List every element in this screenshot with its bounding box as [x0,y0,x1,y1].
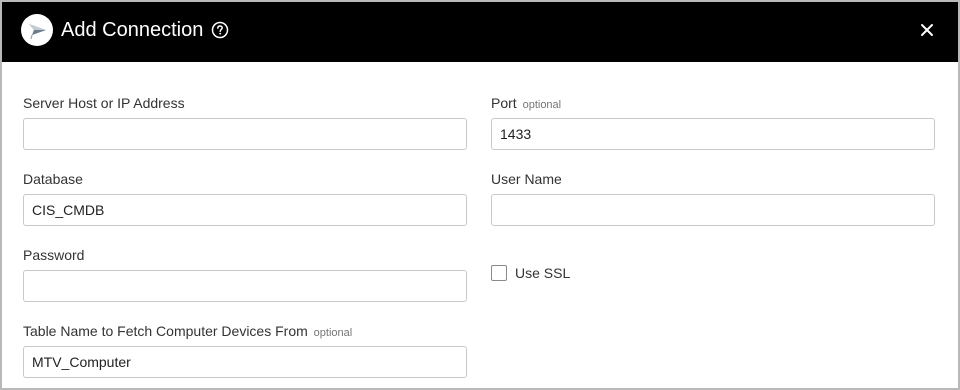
server-host-label-text: Server Host or IP Address [23,95,185,111]
table-name-label: Table Name to Fetch Computer Devices Fro… [23,323,352,341]
database-label: Database [23,171,83,187]
port-input[interactable] [491,118,935,150]
dialog-title: Add Connection [61,19,204,41]
user-name-label: User Name [491,171,562,187]
password-label-text: Password [23,247,85,263]
user-name-label-text: User Name [491,171,562,187]
user-name-input[interactable] [491,194,935,226]
port-label-text: Port [491,95,517,111]
add-connection-dialog: Add Connection Server Host or IP Address… [0,0,960,390]
database-input[interactable] [23,194,467,226]
database-label-text: Database [23,171,83,187]
port-label: Port optional [491,95,561,113]
use-ssl-checkbox[interactable] [491,265,507,281]
password-label: Password [23,247,84,263]
use-ssl-label[interactable]: Use SSL [515,265,570,281]
port-optional-tag: optional [522,99,562,111]
question-circle-icon[interactable] [211,21,229,39]
server-host-input[interactable] [23,118,467,150]
table-name-input[interactable] [23,346,467,378]
paper-plane-logo-icon [21,14,53,46]
server-host-label: Server Host or IP Address [23,95,185,111]
table-name-label-text: Table Name to Fetch Computer Devices Fro… [23,323,308,339]
dialog-header: Add Connection [2,2,958,62]
password-input[interactable] [23,270,467,302]
table-name-optional-tag: optional [313,327,353,339]
close-icon[interactable] [918,21,936,39]
